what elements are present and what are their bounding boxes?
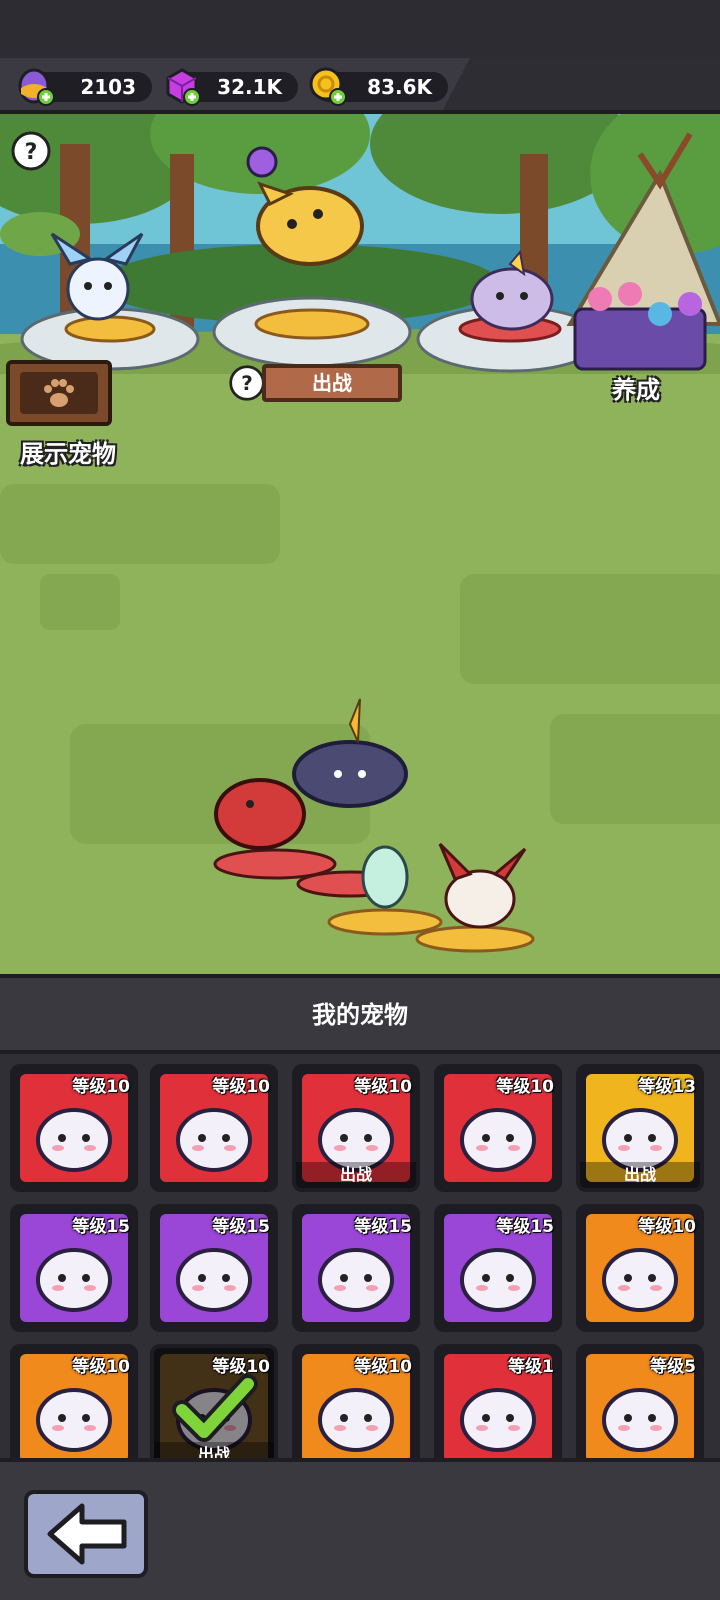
pet-level: 等级10 [72, 1357, 130, 1377]
pet-level: 等级15 [496, 1217, 554, 1237]
pet-level: 等级10 [496, 1077, 554, 1097]
nurture-label[interactable]: 养成 [612, 370, 660, 405]
status-bar-area [0, 0, 720, 60]
pet-card[interactable]: 等级15 [434, 1204, 562, 1332]
pet-deployed-status: 出战 [154, 1442, 274, 1458]
pet-grid: 等级10 等级10 等级10 出战 等级10 等级13 出战 等级15 等级15 等级15 等级15… [0, 1050, 720, 1458]
back-button[interactable] [24, 1490, 148, 1578]
pet-level: 等级10 [72, 1077, 130, 1097]
pet-level: 等级5 [650, 1357, 696, 1377]
pet-card[interactable]: 等级10 出战 [292, 1064, 420, 1192]
pet-deployed-status: 出战 [296, 1162, 416, 1188]
show-pets-sign[interactable] [6, 360, 112, 426]
svg-text:?: ? [241, 372, 253, 395]
pet-card[interactable]: 等级10 [150, 1064, 278, 1192]
back-arrow-icon [47, 1503, 127, 1565]
coin-add-icon[interactable] [306, 64, 350, 108]
pet-level: 等级13 [638, 1077, 696, 1097]
scene-background [0, 114, 720, 974]
show-pets-label[interactable]: 展示宠物 [20, 434, 116, 469]
pet-level: 等级10 [354, 1357, 412, 1377]
pet-level: 等级10 [212, 1357, 270, 1377]
pet-level: 等级15 [354, 1217, 412, 1237]
my-pets-title: 我的宠物 [312, 1001, 408, 1029]
pet-card[interactable]: 等级15 [150, 1204, 278, 1332]
paw-icon [44, 379, 74, 407]
deploy-help-icon[interactable]: ? [228, 364, 266, 402]
pet-card[interactable]: 等级10 出战 [150, 1344, 278, 1458]
pet-level: 等级1 [508, 1357, 554, 1377]
gem-add-icon[interactable] [160, 64, 204, 108]
pet-card[interactable]: 等级15 [10, 1204, 138, 1332]
pet-card[interactable]: 等级1 [434, 1344, 562, 1458]
pet-card[interactable]: 等级5 [576, 1344, 704, 1458]
pet-card[interactable]: 等级10 [576, 1204, 704, 1332]
pet-card[interactable]: 等级10 [434, 1064, 562, 1192]
pet-card[interactable]: 等级15 [292, 1204, 420, 1332]
pet-deployed-status: 出战 [580, 1162, 700, 1188]
pet-card[interactable]: 等级13 出战 [576, 1064, 704, 1192]
pet-level: 等级10 [354, 1077, 412, 1097]
svg-text:?: ? [25, 140, 38, 165]
egg-add-icon[interactable] [14, 64, 58, 108]
pet-card[interactable]: 等级10 [10, 1344, 138, 1458]
pet-level: 等级10 [638, 1217, 696, 1237]
pet-card[interactable]: 等级10 [10, 1064, 138, 1192]
pet-card[interactable]: 等级10 [292, 1344, 420, 1458]
pet-scene: ? 展示宠物 ? 出战 养成 [0, 114, 720, 974]
pet-level: 等级15 [72, 1217, 130, 1237]
help-icon[interactable]: ? [10, 130, 52, 172]
deploy-sign[interactable]: 出战 [262, 364, 402, 402]
pet-level: 等级15 [212, 1217, 270, 1237]
pet-level: 等级10 [212, 1077, 270, 1097]
